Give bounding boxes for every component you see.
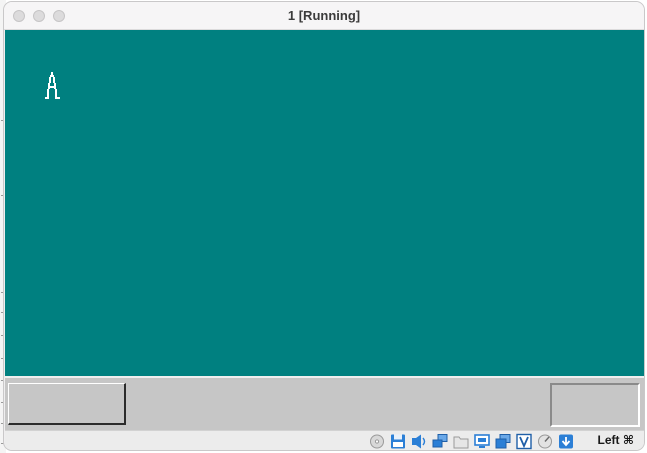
status-icons	[368, 433, 575, 450]
audio-icon[interactable]	[410, 433, 428, 450]
vm-window: 1 [Running] Left ⌘	[3, 1, 645, 451]
keyboard-capture-icon[interactable]	[557, 433, 575, 450]
optical-drive-icon[interactable]	[368, 433, 386, 450]
compass-icon[interactable]	[45, 72, 61, 100]
virtualization-icon[interactable]	[515, 433, 533, 450]
network-icon[interactable]	[431, 433, 449, 450]
host-key-label: Left ⌘	[597, 433, 634, 447]
video-capture-icon[interactable]	[494, 433, 512, 450]
shared-folder-icon[interactable]	[452, 433, 470, 450]
display-icon[interactable]	[473, 433, 491, 450]
status-bar: Left ⌘	[5, 430, 644, 450]
title-bar[interactable]: 1 [Running]	[4, 2, 644, 30]
window-title: 1 [Running]	[287, 8, 361, 23]
taskbar-tray	[550, 383, 640, 427]
floppy-disk-icon[interactable]	[389, 433, 407, 450]
guest-taskbar	[5, 376, 644, 432]
taskbar-start-button[interactable]	[8, 383, 126, 425]
mouse-integration-icon[interactable]	[536, 433, 554, 450]
guest-display[interactable]	[5, 30, 644, 432]
